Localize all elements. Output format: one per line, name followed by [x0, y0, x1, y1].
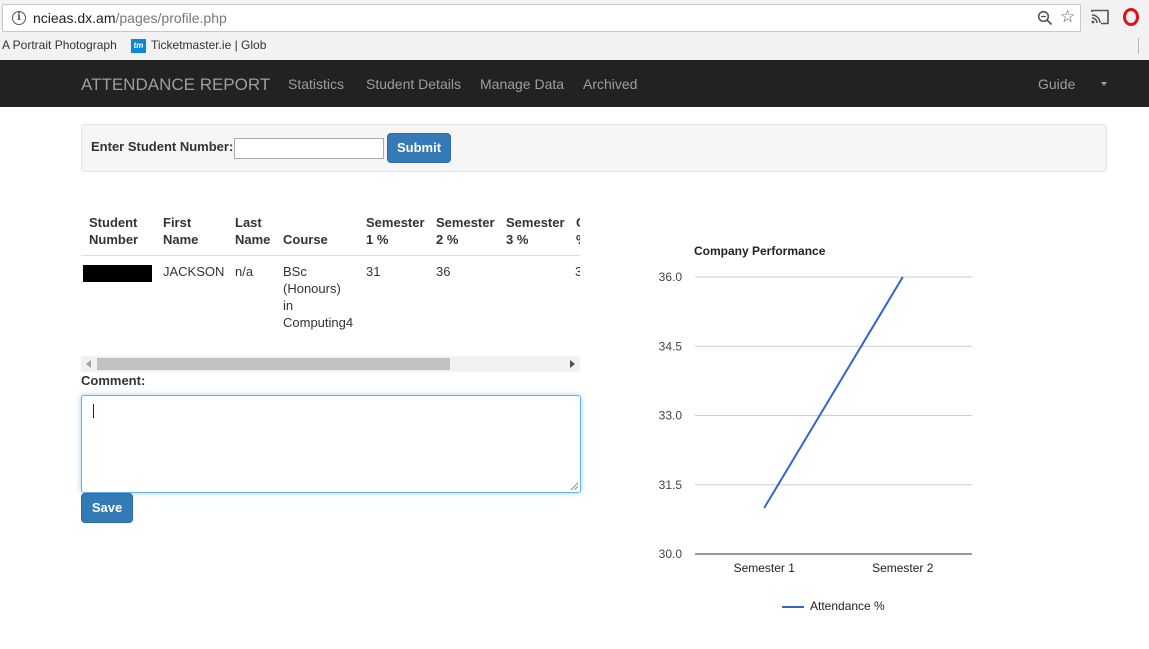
header-semester-1: Semester 1 %: [366, 215, 425, 247]
y-tick-label: 33.0: [659, 409, 683, 423]
cell-last-name: n/a: [235, 264, 254, 279]
ticketmaster-icon: tm: [131, 39, 146, 53]
navbar: ATTENDANCE REPORT Statistics Student Det…: [0, 60, 1149, 107]
scrollbar-thumb[interactable]: [97, 358, 450, 370]
chart-title: Company Performance: [694, 244, 826, 258]
comment-textarea[interactable]: [81, 395, 581, 493]
table-header-divider: [81, 255, 580, 256]
info-icon[interactable]: i: [12, 11, 26, 25]
cell-semester-1: 31: [366, 264, 381, 279]
text-cursor: [93, 404, 94, 418]
cell-course: BSc (Honours) in Computing4: [283, 264, 354, 330]
cell-truncated: 3: [575, 264, 580, 279]
cell-first-name: JACKSON: [163, 264, 225, 279]
header-course: Course: [283, 232, 328, 247]
student-number-input[interactable]: [234, 138, 384, 159]
scroll-left-icon[interactable]: [86, 360, 91, 368]
bookmark-star-icon[interactable]: ☆: [1060, 8, 1075, 26]
url-text[interactable]: ncieas.dx.am/pages/profile.php: [33, 10, 227, 26]
student-search-panel: Enter Student Number: Submit: [81, 124, 1107, 172]
header-truncated: C%: [576, 214, 580, 248]
x-tick-label: Semester 2: [872, 561, 934, 575]
bookmark-portrait[interactable]: A Portrait Photograph: [2, 38, 120, 52]
x-tick-label: Semester 1: [734, 561, 796, 575]
header-student-number: Student Number: [89, 215, 139, 247]
opera-icon[interactable]: [1123, 8, 1139, 26]
y-tick-label: 34.5: [659, 339, 683, 353]
y-tick-label: 31.5: [659, 478, 683, 492]
y-tick-label: 36.0: [659, 270, 683, 284]
comment-label: Comment:: [81, 373, 146, 388]
legend-label: Attendance %: [810, 599, 885, 613]
header-semester-3: Semester 3 %: [506, 215, 565, 247]
header-first-name: First Name: [163, 215, 199, 247]
bookmarks-divider: [1138, 38, 1139, 54]
header-semester-2: Semester 2 %: [436, 215, 495, 247]
series-line: [763, 276, 904, 509]
zoom-icon[interactable]: [1037, 10, 1053, 26]
resize-grip-icon[interactable]: [570, 482, 578, 490]
chevron-down-icon[interactable]: [1101, 82, 1107, 86]
student-number-redacted: [83, 265, 152, 282]
navbar-brand[interactable]: ATTENDANCE REPORT: [81, 75, 270, 95]
nav-item-statistics[interactable]: Statistics: [288, 76, 344, 92]
student-table: Student Number First Name Last Name Course …: [81, 205, 580, 355]
header-last-name: Last Name: [235, 215, 271, 247]
legend-swatch: [782, 606, 804, 608]
browser-chrome: i ncieas.dx.am/pages/profile.php ☆ A Por…: [0, 0, 1149, 60]
attendance-chart: 30.0 31.5 33.0 34.5 36.0 Semester 1 Semester 2: [659, 270, 972, 575]
nav-item-archived[interactable]: Archived: [583, 76, 637, 92]
student-number-label: Enter Student Number:: [91, 139, 234, 154]
nav-item-manage-data[interactable]: Manage Data: [480, 76, 564, 92]
cell-semester-2: 36: [436, 264, 451, 279]
y-tick-label: 30.0: [659, 547, 683, 561]
nav-item-guide[interactable]: Guide: [1038, 76, 1075, 92]
scroll-right-icon[interactable]: [570, 360, 575, 368]
submit-button[interactable]: Submit: [387, 133, 451, 163]
cast-icon[interactable]: [1091, 9, 1109, 25]
address-bar[interactable]: i ncieas.dx.am/pages/profile.php ☆: [2, 4, 1081, 32]
table-horizontal-scrollbar[interactable]: [81, 356, 580, 372]
save-button[interactable]: Save: [81, 493, 133, 523]
nav-item-student-details[interactable]: Student Details: [366, 76, 461, 92]
bookmark-ticketmaster[interactable]: Ticketmaster.ie | Glob: [151, 38, 269, 52]
bookmarks-bar: A Portrait Photograph tm Ticketmaster.ie…: [0, 36, 1149, 58]
